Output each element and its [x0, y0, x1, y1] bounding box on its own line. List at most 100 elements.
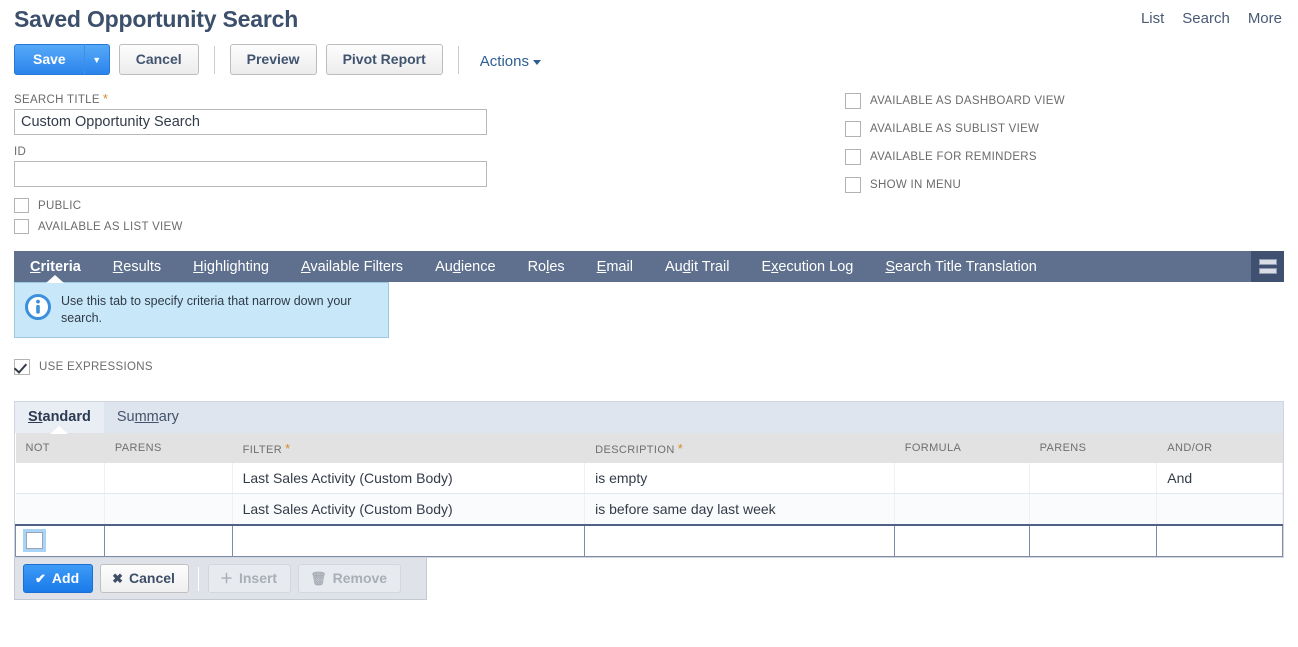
- preview-button[interactable]: Preview: [229, 44, 317, 75]
- subtab-summary-label: Summary: [116, 409, 179, 426]
- sublist-cancel-button[interactable]: ✖ Cancel: [100, 564, 189, 594]
- column-header-description: DESCRIPTION *: [584, 432, 895, 463]
- checkbox-show-in-menu[interactable]: SHOW IN MENU: [845, 177, 1065, 193]
- edit-cell-parens-right[interactable]: [1028, 523, 1158, 558]
- sublist-cancel-button-label: Cancel: [129, 570, 175, 587]
- column-header-not: NOT: [15, 432, 105, 463]
- tab-criteria-label: Criteria: [30, 258, 81, 275]
- edit-cell-formula: [893, 523, 1030, 558]
- chevron-down-icon: [533, 59, 541, 65]
- tab-results-label: Results: [112, 258, 162, 275]
- criteria-sublist: Standard Summary NOT PARENS FILTER * DESC…: [14, 400, 1284, 559]
- tab-roles-label: Roles: [527, 258, 565, 275]
- tab-search-title-translation[interactable]: Search Title Translation: [869, 251, 1053, 282]
- use-expressions-row[interactable]: USE EXPRESSIONS: [14, 358, 1284, 375]
- pivot-report-button[interactable]: Pivot Report: [325, 44, 443, 75]
- id-input[interactable]: [14, 161, 487, 187]
- cell-description[interactable]: is before same day last week: [584, 493, 895, 526]
- show-in-menu-checkbox[interactable]: [845, 177, 861, 193]
- cell-formula[interactable]: [894, 493, 1030, 526]
- subtab-standard[interactable]: Standard: [15, 401, 104, 433]
- tab-available-filters[interactable]: Available Filters: [285, 251, 419, 282]
- cell-parens-right[interactable]: [1029, 493, 1158, 526]
- available-as-dashboard-view-label: AVAILABLE AS DASHBOARD VIEW: [870, 95, 1065, 107]
- form-area: SEARCH TITLE* ID PUBLIC AVAILABLE AS LIS…: [0, 75, 1298, 241]
- hamburger-icon[interactable]: [1251, 251, 1284, 282]
- cell-and-or[interactable]: [1156, 493, 1283, 526]
- cancel-button[interactable]: Cancel: [118, 44, 199, 75]
- subtab-summary[interactable]: Summary: [104, 402, 192, 433]
- edit-cell-and-or[interactable]: [1156, 523, 1283, 558]
- nav-link-list[interactable]: List: [1141, 10, 1164, 27]
- column-header-parens-left: PARENS: [104, 432, 233, 463]
- column-header-filter-text: FILTER: [242, 443, 283, 456]
- column-header-formula: FORMULA: [894, 432, 1030, 463]
- checkbox-available-as-list-view[interactable]: AVAILABLE AS LIST VIEW: [14, 219, 1284, 234]
- column-header-and-or-text: AND/OR: [1167, 442, 1213, 455]
- tab-execution-log[interactable]: Execution Log: [745, 251, 869, 282]
- criteria-table: NOT PARENS FILTER * DESCRIPTION * FORMULA …: [15, 432, 1283, 558]
- table-header-row: NOT PARENS FILTER * DESCRIPTION * FORMULA …: [15, 432, 1283, 463]
- add-button-label: Add: [51, 570, 80, 587]
- cell-filter[interactable]: Last Sales Activity (Custom Body): [232, 493, 586, 526]
- actions-menu[interactable]: Actions: [480, 49, 541, 70]
- check-icon: ✔: [35, 570, 46, 586]
- tab-audit-trail[interactable]: Audit Trail: [649, 251, 746, 282]
- checkbox-available-for-reminders[interactable]: AVAILABLE FOR REMINDERS: [845, 149, 1065, 165]
- info-message-box: Use this tab to specify criteria that na…: [14, 282, 389, 338]
- available-as-list-view-checkbox[interactable]: [14, 219, 29, 234]
- actions-label: Actions: [479, 53, 529, 70]
- cell-not[interactable]: [15, 493, 105, 526]
- subtab-standard-label: Standard: [28, 409, 91, 426]
- tab-criteria[interactable]: Criteria: [14, 251, 97, 282]
- cell-and-or[interactable]: And: [1156, 462, 1283, 495]
- close-icon: ✖: [112, 570, 124, 586]
- tab-email[interactable]: Email: [581, 251, 649, 282]
- main-toolbar: Save ▼ Cancel Preview Pivot Report Actio…: [0, 33, 1298, 75]
- cell-filter[interactable]: Last Sales Activity (Custom Body): [232, 462, 586, 495]
- table-edit-row[interactable]: [15, 523, 1283, 558]
- save-button-group: Save ▼: [14, 44, 110, 75]
- tab-roles[interactable]: Roles: [512, 251, 581, 282]
- description-required-star: *: [677, 440, 684, 456]
- available-for-reminders-checkbox[interactable]: [845, 149, 861, 165]
- edit-cell-parens-left[interactable]: [103, 523, 233, 558]
- table-row[interactable]: Last Sales Activity (Custom Body) is emp…: [15, 462, 1283, 495]
- checkbox-available-as-dashboard-view[interactable]: AVAILABLE AS DASHBOARD VIEW: [845, 93, 1065, 109]
- cell-formula[interactable]: [894, 462, 1030, 495]
- tab-audit-trail-label: Audit Trail: [664, 258, 730, 275]
- insert-button-label: Insert: [238, 570, 278, 587]
- tab-audience[interactable]: Audience: [419, 251, 512, 282]
- checkbox-public[interactable]: PUBLIC: [14, 198, 1284, 213]
- available-as-sublist-view-checkbox[interactable]: [845, 121, 861, 137]
- column-header-not-text: NOT: [25, 442, 50, 455]
- search-title-input[interactable]: [14, 109, 487, 135]
- nav-link-search[interactable]: Search: [1182, 10, 1230, 27]
- edit-cell-not[interactable]: [15, 523, 105, 558]
- save-button[interactable]: Save: [14, 44, 84, 75]
- column-header-and-or: AND/OR: [1156, 432, 1283, 463]
- tab-search-title-translation-label: Search Title Translation: [885, 258, 1037, 275]
- cell-parens-right[interactable]: [1029, 462, 1158, 495]
- cell-parens-left[interactable]: [104, 462, 233, 495]
- add-button[interactable]: ✔ Add: [23, 564, 94, 594]
- checkbox-available-as-sublist-view[interactable]: AVAILABLE AS SUBLIST VIEW: [845, 121, 1065, 137]
- nav-link-more[interactable]: More: [1248, 10, 1282, 27]
- public-checkbox[interactable]: [14, 198, 29, 213]
- cell-not[interactable]: [15, 462, 105, 495]
- tab-available-filters-label: Available Filters: [300, 258, 404, 275]
- column-header-parens-right: PARENS: [1029, 432, 1158, 463]
- cell-description[interactable]: is empty: [584, 462, 895, 495]
- cell-parens-left[interactable]: [104, 493, 233, 526]
- tab-results[interactable]: Results: [97, 251, 177, 282]
- available-as-dashboard-view-checkbox[interactable]: [845, 93, 861, 109]
- remove-button-label: Remove: [332, 570, 388, 587]
- tab-highlighting[interactable]: Highlighting: [177, 251, 285, 282]
- top-right-nav: List Search More: [1141, 10, 1282, 27]
- table-row[interactable]: Last Sales Activity (Custom Body) is bef…: [15, 493, 1283, 526]
- use-expressions-checkbox[interactable]: [14, 358, 30, 375]
- info-message-text: Use this tab to specify criteria that na…: [61, 294, 352, 325]
- edit-cell-filter[interactable]: [231, 523, 586, 558]
- save-dropdown-arrow-icon[interactable]: ▼: [83, 44, 110, 75]
- edit-not-checkbox[interactable]: [23, 529, 46, 552]
